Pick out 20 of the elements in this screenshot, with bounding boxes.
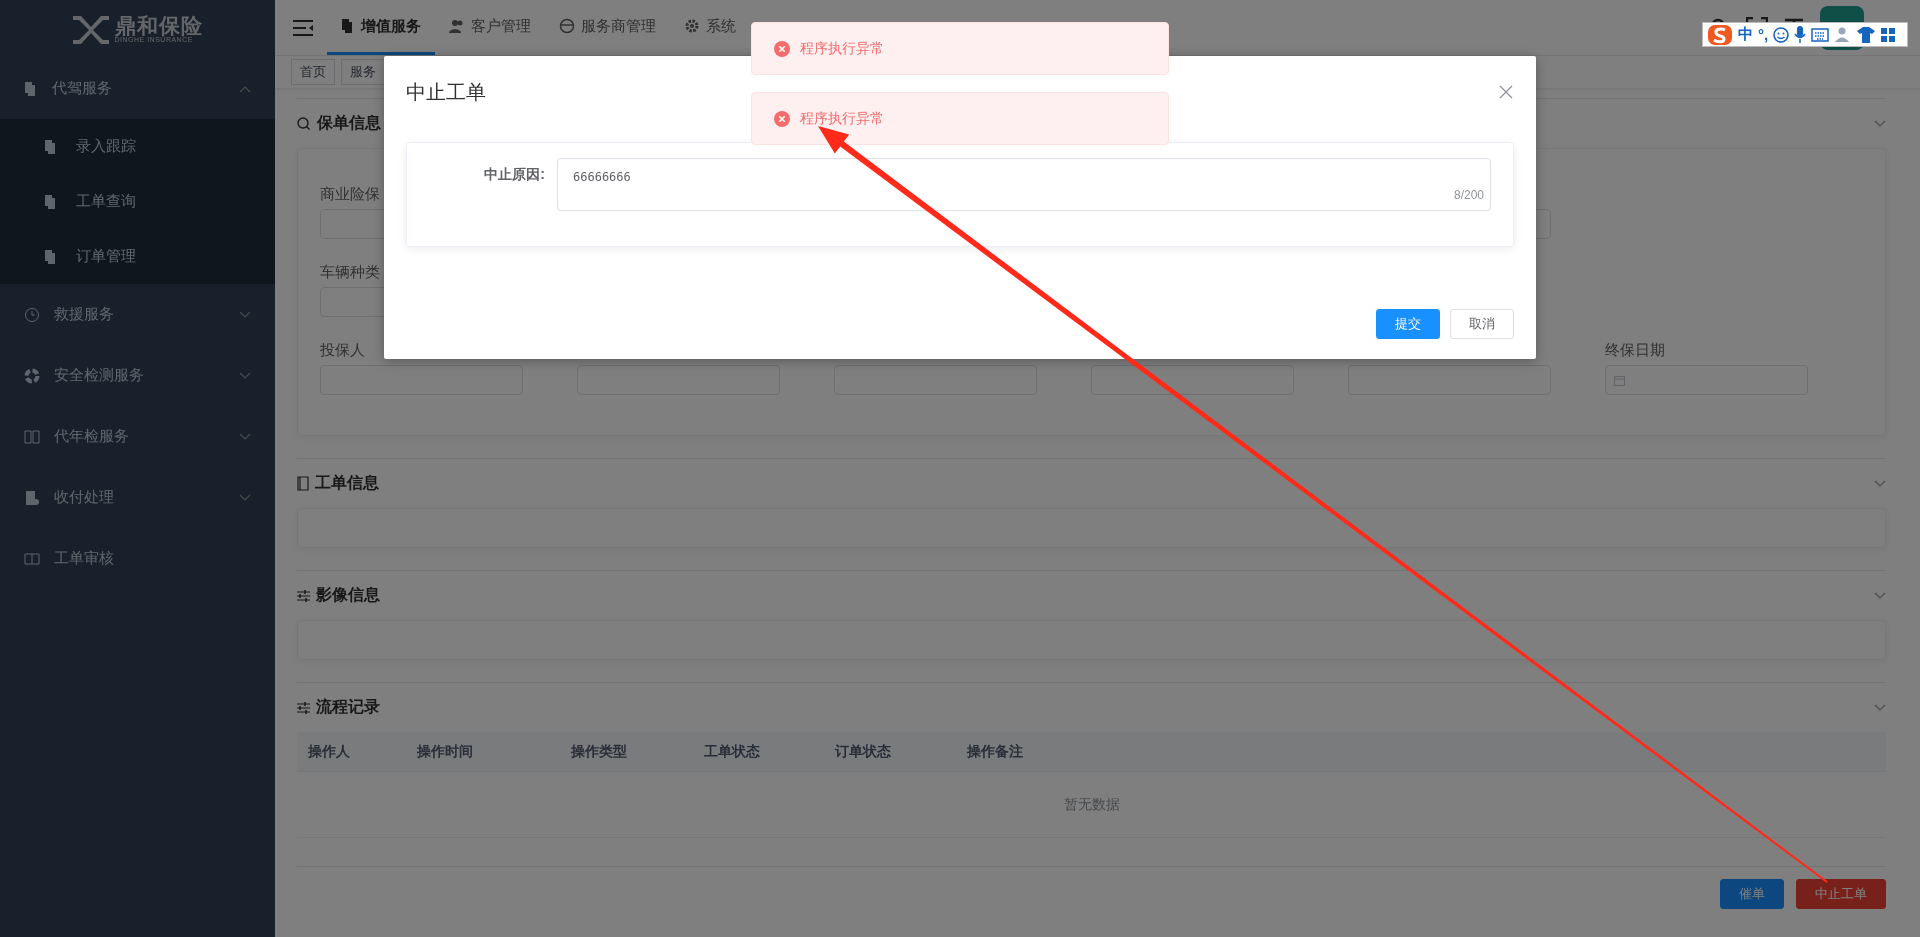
section-title: 工单信息 (315, 473, 379, 493)
column-header: 操作人 (308, 742, 351, 761)
character-counter: 8/200 (1453, 188, 1484, 202)
message-text: 程序执行异常 (800, 109, 884, 128)
column-header: 工单状态 (704, 742, 761, 761)
section-title: 保单信息 (317, 113, 381, 133)
logo-name: 鼎和保险 (114, 15, 203, 36)
field-label: 投保人 (320, 341, 366, 360)
column-header: 操作类型 (571, 742, 628, 761)
section-title: 流程记录 (316, 697, 380, 717)
field-label: 终保日期 (1605, 341, 1666, 360)
dialog-title: 中止工单 (406, 79, 486, 105)
column-header: 操作时间 (417, 742, 474, 761)
message-text: 程序执行异常 (800, 39, 884, 58)
field-label: 中止原因: (483, 165, 545, 184)
field-label: 商业险保 (320, 185, 381, 204)
field-label: 车辆种类 (320, 263, 381, 282)
section-title: 影像信息 (316, 585, 380, 605)
column-header: 操作备注 (967, 742, 1024, 761)
column-header: 订单状态 (835, 742, 892, 761)
